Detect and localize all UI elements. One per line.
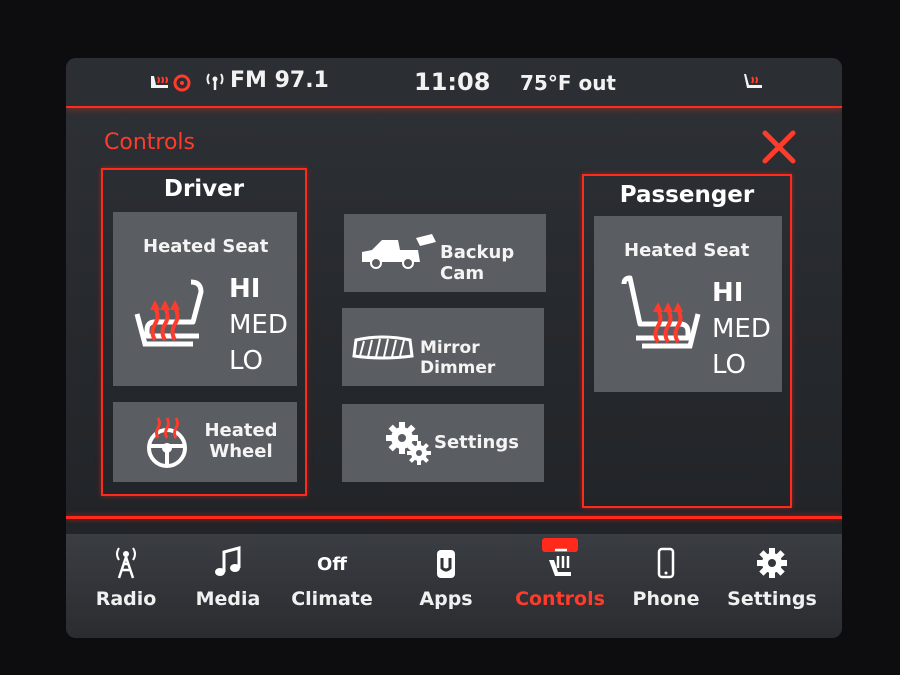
apps-icon xyxy=(437,550,455,578)
backup-cam-label: Backup Cam xyxy=(440,242,515,284)
infotainment-screen: FM 97.1 11:08 75°F out Controls Driver H… xyxy=(66,58,842,638)
driver-seat-level-lo: LO xyxy=(229,346,264,376)
nav-media[interactable]: Media xyxy=(178,534,278,624)
passenger-heated-seat-icon xyxy=(621,275,701,349)
nav-radio[interactable]: Radio xyxy=(76,534,176,624)
radio-station[interactable]: FM 97.1 xyxy=(230,68,329,93)
heated-wheel-label-line2: Wheel xyxy=(209,441,273,462)
climate-off-text: Off xyxy=(317,554,347,575)
nav-apps-label: Apps xyxy=(419,588,473,610)
nav-phone-label: Phone xyxy=(632,588,700,610)
center-settings-label: Settings xyxy=(434,432,519,453)
heated-wheel-label: Heated Wheel xyxy=(201,420,281,462)
heated-wheel-icon xyxy=(147,417,187,468)
controls-icon xyxy=(549,548,571,576)
passenger-heated-seat-label: Heated Seat xyxy=(624,240,750,261)
passenger-seat-level-hi: HI xyxy=(712,278,744,308)
passenger-seat-level-lo: LO xyxy=(712,350,747,380)
passenger-heated-seat-button[interactable]: Heated Seat HI MED LO xyxy=(594,216,782,392)
nav-settings-label: Settings xyxy=(727,588,817,610)
nav-phone[interactable]: Phone xyxy=(616,534,716,624)
backup-cam-button[interactable]: Backup Cam xyxy=(344,214,546,292)
mirror-dimmer-label: Mirror Dimmer xyxy=(420,338,496,378)
driver-panel-title: Driver xyxy=(163,176,245,202)
pickup-truck-icon xyxy=(362,234,436,269)
signal-icon xyxy=(206,73,224,90)
heated-wheel-status-icon xyxy=(173,74,191,92)
center-settings-button[interactable]: Settings xyxy=(342,404,544,482)
driver-heated-seat-icon xyxy=(134,279,204,347)
heated-wheel-button[interactable]: Heated Wheel xyxy=(113,402,297,482)
heated-wheel-label-line1: Heated xyxy=(204,420,278,441)
nav-climate[interactable]: Off Climate xyxy=(282,534,382,624)
music-note-icon xyxy=(215,546,241,576)
driver-heated-seat-button[interactable]: Heated Seat HI MED LO xyxy=(113,212,297,386)
nav-settings[interactable]: Settings xyxy=(722,534,822,624)
gear-icon xyxy=(757,548,787,578)
mirror-dimmer-button[interactable]: Mirror Dimmer xyxy=(342,308,544,386)
status-bar: FM 97.1 11:08 75°F out xyxy=(66,58,842,108)
driver-seat-level-med: MED xyxy=(229,310,288,340)
radio-tower-icon xyxy=(116,547,136,579)
heated-seat-status-icon xyxy=(151,76,168,88)
nav-climate-label: Climate xyxy=(291,588,373,610)
mirror-icon xyxy=(352,335,414,360)
clock: 11:08 xyxy=(414,68,491,96)
phone-icon xyxy=(657,547,675,579)
nav-radio-label: Radio xyxy=(95,588,157,610)
driver-seat-level-hi: HI xyxy=(229,274,261,304)
page-title: Controls xyxy=(104,130,195,155)
close-icon[interactable] xyxy=(760,128,798,166)
nav-divider xyxy=(66,516,842,519)
nav-controls[interactable]: Controls xyxy=(510,534,610,624)
driver-panel: Driver Heated Seat HI MED LO Heated Whee… xyxy=(101,168,307,496)
nav-apps[interactable]: Apps xyxy=(396,534,496,624)
driver-heated-seat-label: Heated Seat xyxy=(143,236,269,257)
gears-icon xyxy=(386,422,431,465)
nav-media-label: Media xyxy=(195,588,261,610)
bottom-nav-bar: Radio Media Off Climate Apps Controls Ph… xyxy=(66,534,842,638)
passenger-panel: Passenger Heated Seat HI MED LO xyxy=(582,174,792,508)
passenger-seat-level-med: MED xyxy=(712,314,771,344)
nav-controls-label: Controls xyxy=(515,588,605,610)
passenger-panel-title: Passenger xyxy=(619,182,755,208)
passenger-heated-seat-status-icon xyxy=(744,74,762,88)
outside-temperature: 75°F out xyxy=(520,71,616,95)
